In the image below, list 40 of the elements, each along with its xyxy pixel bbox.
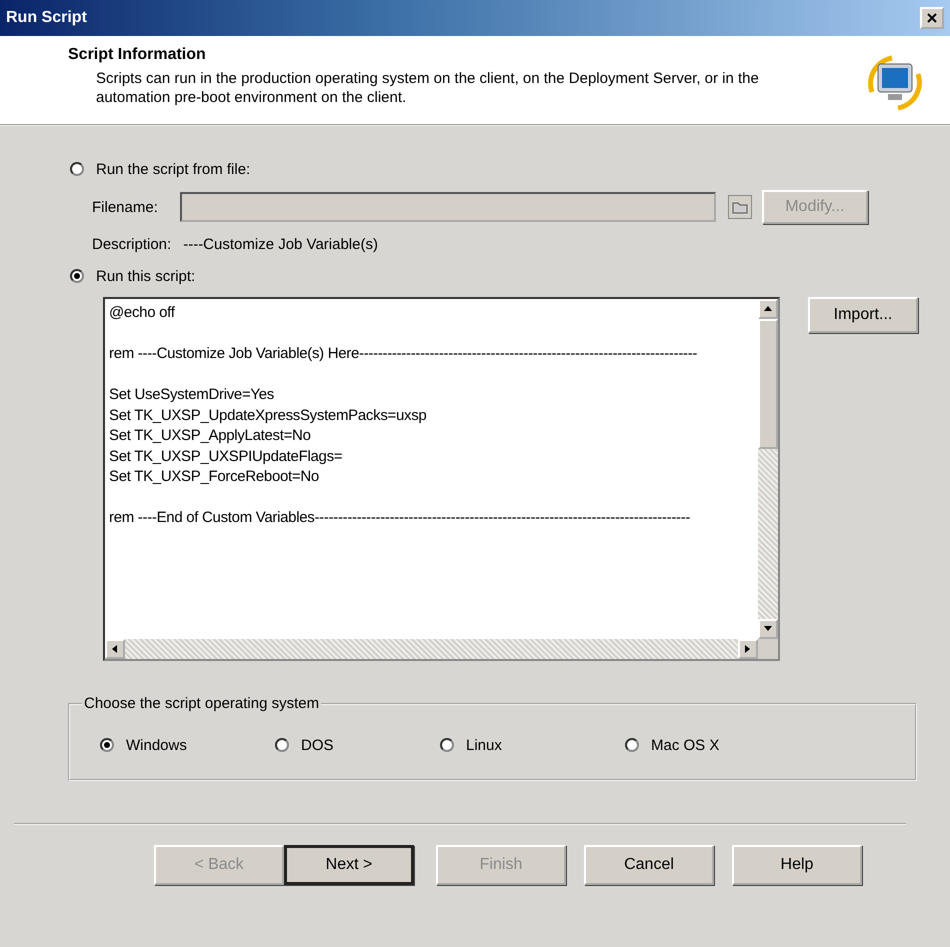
script-line: rem ----Customize Job Variable(s) Here------------------------------------------------------------------------ <box>109 344 698 364</box>
import-button[interactable]: Import... <box>808 297 918 333</box>
radio-button[interactable] <box>100 738 114 752</box>
header-description: Scripts can run in the production operating system on the client, on the Deployment Server, or in the automation pre-boot environment on the client. <box>96 69 760 107</box>
horizontal-scrollbar[interactable] <box>105 639 758 659</box>
script-line: rem ----End of Custom Variables-------------------------------------------------------------------------------- <box>109 508 692 528</box>
radio-button[interactable] <box>70 269 84 283</box>
radio-button[interactable] <box>625 738 639 752</box>
radio-button[interactable] <box>440 738 454 752</box>
folder-icon[interactable] <box>728 195 752 219</box>
radio-button[interactable] <box>275 738 289 752</box>
script-line: Set UseSystemDrive=Yes <box>109 385 275 405</box>
close-button[interactable] <box>920 7 944 29</box>
window-title: Run Script <box>6 9 87 27</box>
filename-label: Filename: <box>92 198 158 216</box>
group-title: Choose the script operating system <box>83 695 320 712</box>
scroll-up-icon <box>763 304 773 314</box>
vertical-scrollbar[interactable] <box>758 299 778 639</box>
radio-label: Mac OS X <box>651 736 720 754</box>
radio-label: DOS <box>301 736 334 754</box>
wizard-button[interactable]: Cancel <box>584 845 714 885</box>
wizard-button[interactable]: Help <box>732 845 862 885</box>
radio-button[interactable] <box>70 162 84 176</box>
scroll-left-icon <box>110 644 120 654</box>
script-line: Set TK_UXSP_UXSPIUpdateFlags= <box>109 446 344 466</box>
close-icon <box>927 13 937 23</box>
script-line: @echo off <box>109 303 176 323</box>
scrollbar-corner <box>758 639 778 659</box>
radio-label: Run the script from file: <box>96 160 250 178</box>
radio-label: Run this script: <box>96 268 196 284</box>
description-label: Description: <box>92 236 172 253</box>
description-value: ----Customize Job Variable(s) <box>183 236 378 253</box>
radio-label: Windows <box>126 736 187 754</box>
radio-label: Linux <box>466 736 502 754</box>
script-line: Set TK_UXSP_ApplyLatest=No <box>109 426 312 446</box>
script-line: Set TK_UXSP_UpdateXpressSystemPacks=uxsp <box>109 406 428 426</box>
script-line: Set TK_UXSP_ForceReboot=No <box>109 467 320 487</box>
wizard-button[interactable]: Next > <box>284 845 414 885</box>
header-title: Script Information <box>68 46 207 64</box>
script-editor[interactable] <box>103 297 780 661</box>
